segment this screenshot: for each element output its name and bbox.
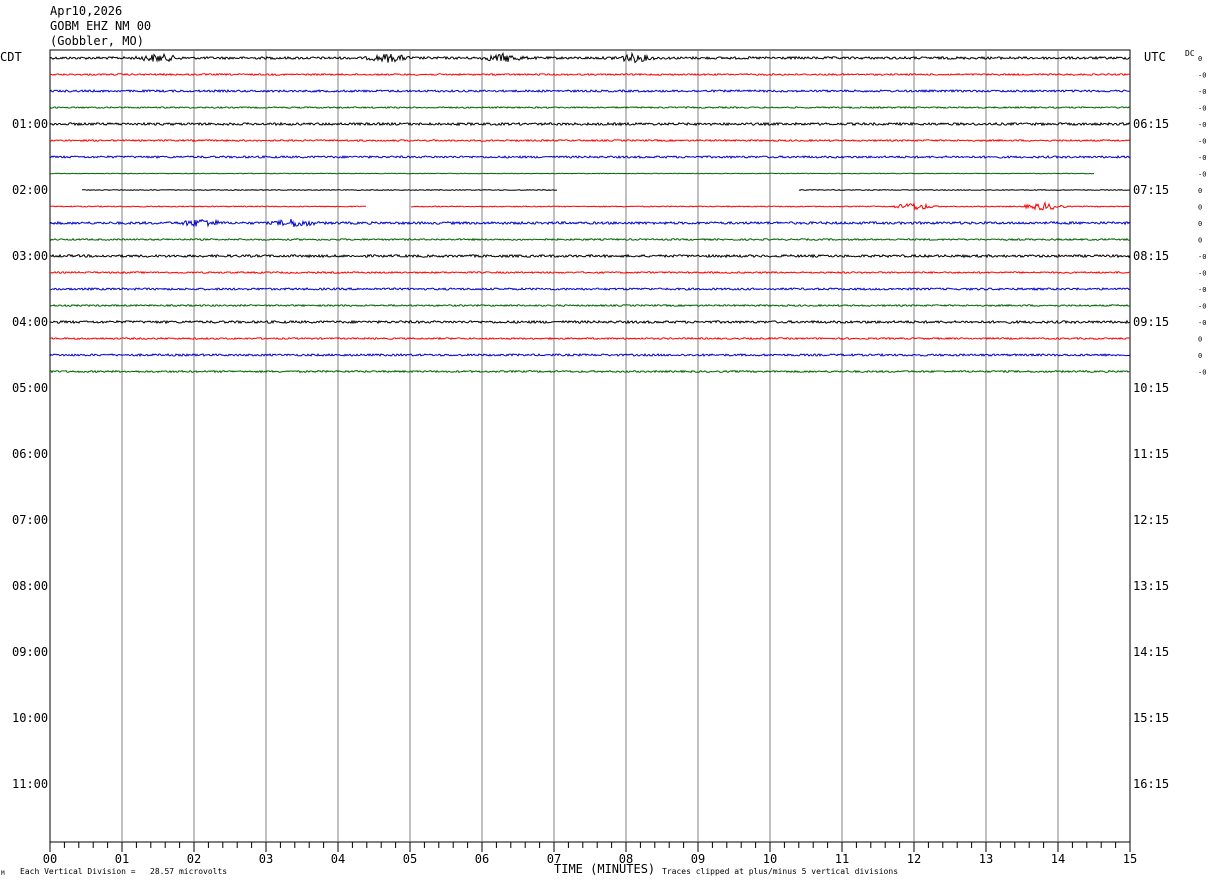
right-hour-label: 11:15 xyxy=(1133,447,1169,461)
dc-offset-label: 0 xyxy=(1198,220,1202,228)
trace-line xyxy=(49,270,1131,275)
trace-line xyxy=(49,121,1131,127)
dc-offset-label: -0 xyxy=(1198,286,1206,294)
right-hour-label: 13:15 xyxy=(1133,579,1169,593)
trace-line xyxy=(49,172,1095,175)
x-tick-label: 12 xyxy=(907,852,921,866)
x-tick-label: 15 xyxy=(1123,852,1137,866)
left-hour-label: 03:00 xyxy=(12,249,48,263)
trace-line xyxy=(49,51,1131,64)
trace-line xyxy=(49,352,1131,357)
x-tick-label: 06 xyxy=(475,852,489,866)
left-hour-label: 07:00 xyxy=(12,513,48,527)
trace-line xyxy=(49,106,1131,109)
left-hour-label: 01:00 xyxy=(12,117,48,131)
dc-offset-label: -0 xyxy=(1198,138,1206,146)
dc-offset-label: -0 xyxy=(1198,369,1206,377)
trace-line xyxy=(49,287,1131,291)
right-hour-label: 10:15 xyxy=(1133,381,1169,395)
dc-offset-label: 0 xyxy=(1198,55,1202,63)
dc-offset-label: 0 xyxy=(1198,204,1202,212)
x-tick-label: 10 xyxy=(763,852,777,866)
trace-line xyxy=(49,138,1131,143)
dc-offset-label: -0 xyxy=(1198,270,1206,278)
dc-offset-label: 0 xyxy=(1198,187,1202,195)
dc-offset-label: -0 xyxy=(1198,319,1206,327)
right-hour-label: 12:15 xyxy=(1133,513,1169,527)
trace-line xyxy=(49,237,1131,242)
right-hour-label: 07:15 xyxy=(1133,183,1169,197)
right-hour-label: 09:15 xyxy=(1133,315,1169,329)
right-hour-label: 15:15 xyxy=(1133,711,1169,725)
x-tick-label: 07 xyxy=(547,852,561,866)
x-tick-label: 04 xyxy=(331,852,345,866)
seismogram-plot: 00 01 02 03 04 05 06 07 08 09 10 11 12 13 14 1501:0002:… xyxy=(12,49,1206,866)
trace-line xyxy=(49,369,1131,374)
trace-line xyxy=(49,201,1130,211)
x-tick-label: 08 xyxy=(619,852,633,866)
right-hour-label: 16:15 xyxy=(1133,777,1169,791)
left-hour-label: 09:00 xyxy=(12,645,48,659)
dc-offset-label: 0 xyxy=(1198,352,1202,360)
x-tick-label: 00 xyxy=(43,852,57,866)
dc-offset-label: -0 xyxy=(1198,303,1206,311)
trace-line xyxy=(49,218,1131,228)
dc-offset-label: -0 xyxy=(1198,105,1206,113)
dc-offset-label: 0 xyxy=(1198,336,1202,344)
x-tick-label: 01 xyxy=(115,852,129,866)
left-hour-label: 08:00 xyxy=(12,579,48,593)
x-tick-label: 14 xyxy=(1051,852,1065,866)
x-tick-label: 05 xyxy=(403,852,417,866)
trace-line xyxy=(81,188,1131,192)
trace-line xyxy=(49,253,1131,259)
left-hour-label: 04:00 xyxy=(12,315,48,329)
x-tick-label: 09 xyxy=(691,852,705,866)
trace-line xyxy=(49,336,1131,341)
trace-line xyxy=(49,319,1131,325)
left-hour-label: 05:00 xyxy=(12,381,48,395)
left-hour-label: 06:00 xyxy=(12,447,48,461)
x-tick-label: 13 xyxy=(979,852,993,866)
left-hour-label: 02:00 xyxy=(12,183,48,197)
trace-line xyxy=(49,154,1131,159)
left-hour-label: 11:00 xyxy=(12,777,48,791)
dc-offset-label: 0 xyxy=(1198,237,1202,245)
left-hour-label: 10:00 xyxy=(12,711,48,725)
plot-frame xyxy=(49,49,1131,843)
trace-line xyxy=(49,88,1130,94)
trace-line xyxy=(49,72,1131,77)
dc-offset-label: -0 xyxy=(1198,72,1206,80)
trace-line xyxy=(49,303,1131,308)
right-hour-label: 08:15 xyxy=(1133,249,1169,263)
x-tick-label: 11 xyxy=(835,852,849,866)
x-tick-label: 02 xyxy=(187,852,201,866)
dc-offset-label: -0 xyxy=(1198,253,1206,261)
x-tick-label: 03 xyxy=(259,852,273,866)
right-hour-label: 14:15 xyxy=(1133,645,1169,659)
dc-offset-label: -0 xyxy=(1198,154,1206,162)
right-hour-label: 06:15 xyxy=(1133,117,1169,131)
dc-offset-label: -0 xyxy=(1198,121,1206,129)
dc-offset-label: -0 xyxy=(1198,88,1206,96)
dc-offset-label: -0 xyxy=(1198,171,1206,179)
